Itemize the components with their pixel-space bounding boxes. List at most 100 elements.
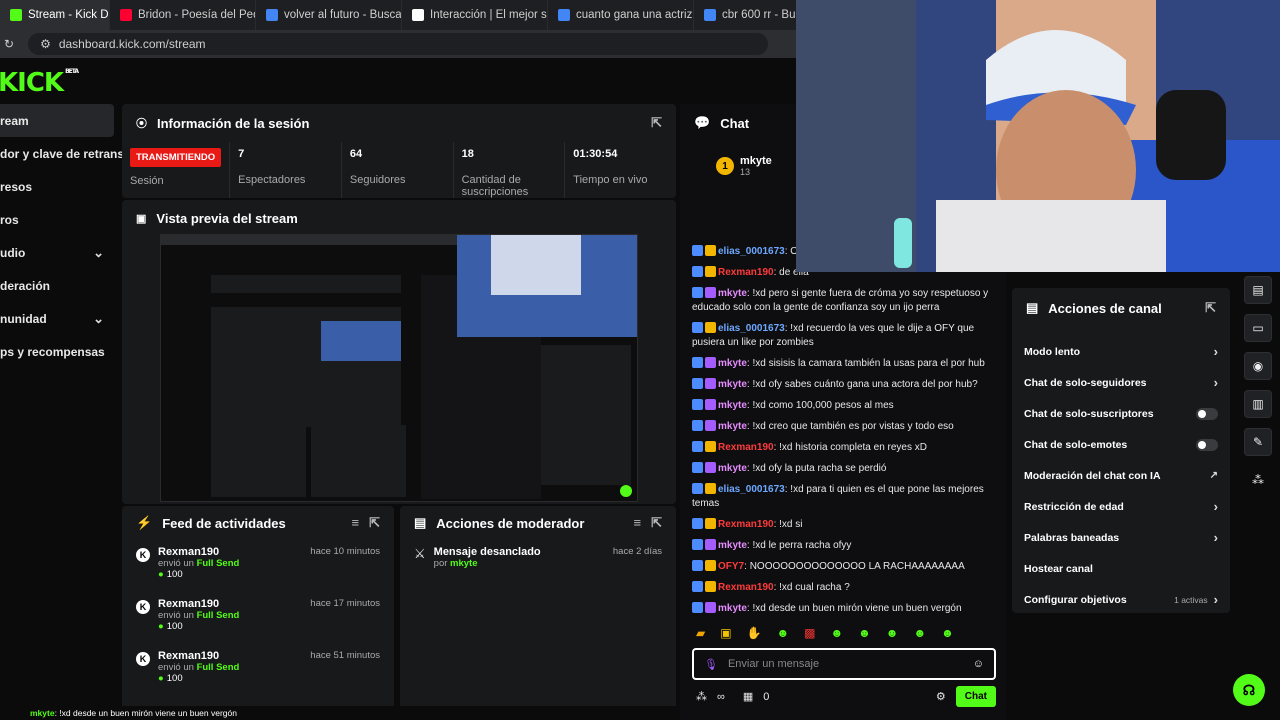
badge-icon	[705, 539, 716, 550]
browser-tab[interactable]: volver al futuro - Buscar c×	[256, 0, 402, 30]
popout-icon[interactable]: ⇱	[369, 515, 380, 531]
chat-username[interactable]: Rexman190	[718, 442, 774, 453]
chat-username[interactable]: Rexman190	[718, 519, 774, 530]
chat-username[interactable]: mkyte	[718, 421, 747, 432]
chat-message[interactable]: mkyte: !xd le perra racha ofyy	[680, 536, 1006, 557]
chat-message[interactable]: elias_0001673: !xd recuerdo la ves que l…	[680, 319, 1006, 354]
sidebar-item[interactable]: dor y clave de retransn	[0, 137, 131, 170]
chat-message[interactable]: OFY7: NOOOOOOOOOOOOOO LA RACHAAAAAAAA	[680, 557, 1006, 578]
sidebar-item[interactable]: ps y recompensas	[0, 335, 114, 368]
popout-icon[interactable]: ⇱	[651, 515, 662, 531]
queue-icon[interactable]: ▥	[1244, 390, 1272, 418]
emoji-icon[interactable]: ☺	[973, 658, 984, 670]
filter-icon[interactable]: ≡	[634, 515, 642, 531]
channel-actions-title: Acciones de canal	[1048, 300, 1162, 316]
community-icon[interactable]: ⁂	[1244, 466, 1272, 494]
emote-icon[interactable]: ✋	[747, 626, 762, 640]
browser-tab[interactable]: Interacción | El mejor soft×	[402, 0, 548, 30]
emote-icon[interactable]: ☻	[858, 626, 871, 640]
popout-icon[interactable]: ⇱	[651, 115, 662, 131]
sidebar-item[interactable]: ream	[0, 104, 114, 137]
chat-username[interactable]: Rexman190	[718, 267, 774, 278]
browser-tab[interactable]: Stream - Kick Dashboard×	[0, 0, 110, 30]
chat-username[interactable]: Rexman190	[718, 582, 774, 593]
chat-input[interactable]: 🎙 Enviar un mensaje ☺	[692, 648, 996, 680]
status-label: Sesión	[130, 175, 164, 187]
toggle-switch[interactable]	[1196, 407, 1218, 420]
channel-action-row[interactable]: Restricción de edad ›	[1012, 491, 1230, 522]
sidebar-item[interactable]: udio ⌄	[0, 236, 114, 269]
sidebar-item[interactable]: deración	[0, 269, 114, 302]
chat-username[interactable]: mkyte	[718, 540, 747, 551]
channel-action-row[interactable]: Modo lento ›	[1012, 336, 1230, 367]
chat-message[interactable]: mkyte: !xd ofy la puta racha se perdió	[680, 459, 1006, 480]
chat-username[interactable]: mkyte	[718, 463, 747, 474]
channel-action-row[interactable]: Configurar objetivos 1 activas ›	[1012, 584, 1230, 615]
emote-icon[interactable]: ▩	[804, 626, 815, 640]
chat-message[interactable]: mkyte: !xd ofy sabes cuánto gana una act…	[680, 375, 1006, 396]
gift-icon[interactable]: ▦	[743, 690, 753, 703]
emote-icon[interactable]: ☻	[777, 626, 790, 640]
broadcast-icon[interactable]: ◉	[1244, 352, 1272, 380]
chat-message[interactable]: Rexman190: !xd historia completa en reye…	[680, 438, 1006, 459]
stat-value: 01:30:54	[573, 148, 618, 160]
chat-username[interactable]: mkyte	[718, 379, 747, 390]
chat-username[interactable]: mkyte	[718, 400, 747, 411]
browser-tab[interactable]: cuanto gana una actriz p×	[548, 0, 694, 30]
site-info-icon[interactable]: ⚙	[40, 37, 51, 51]
notes-icon[interactable]: ▤	[1244, 276, 1272, 304]
emote-icon[interactable]: ▰	[696, 626, 705, 640]
feed-item[interactable]: K Rexman190 envió un Full Send ● 100 hace 51 …	[122, 644, 394, 696]
external-link-icon: ↗	[1209, 470, 1218, 481]
chat-message[interactable]: mkyte: !xd desde un buen mirón viene un …	[680, 599, 1006, 620]
emote-icon[interactable]: ☻	[941, 626, 954, 640]
emote-icon[interactable]: ▣	[720, 626, 731, 640]
reload-icon[interactable]: ↻	[4, 37, 14, 51]
feed-item[interactable]: K Rexman190 envió un Full Send ● 100 hace 17 …	[122, 592, 394, 644]
send-chat-button[interactable]: Chat	[955, 686, 996, 707]
chat-username[interactable]: mkyte	[718, 603, 747, 614]
stream-preview-video[interactable]	[160, 234, 638, 502]
chat-message[interactable]: mkyte: !xd creo que también es por vista…	[680, 417, 1006, 438]
emote-icon[interactable]: ☻	[886, 626, 899, 640]
gift-count: 0	[763, 690, 770, 703]
chat-username[interactable]: mkyte	[718, 288, 747, 299]
chat-username[interactable]: mkyte	[718, 358, 747, 369]
mod-action-item[interactable]: ⚔ Mensaje desanclado por mkyte hace 2 dí…	[400, 540, 676, 592]
help-button[interactable]: ☊	[1233, 674, 1265, 706]
chat-message[interactable]: mkyte: !xd pero si gente fuera de cróma …	[680, 284, 1006, 319]
channel-action-row[interactable]: Palabras baneadas ›	[1012, 522, 1230, 553]
chat-message[interactable]: elias_0001673: !xd para ti quien es el q…	[680, 480, 1006, 515]
feed-item[interactable]: K Rexman190 envió un Full Send ● 100 hace 10 …	[122, 540, 394, 592]
points-icon[interactable]: ⁂	[696, 690, 707, 703]
chat-username[interactable]: OFY7	[718, 561, 744, 572]
sidebar-item[interactable]: ros	[0, 203, 114, 236]
chat-username[interactable]: elias_0001673	[718, 323, 785, 334]
badge-icon	[692, 560, 703, 571]
chat-message[interactable]: Rexman190: !xd cual racha ?	[680, 578, 1006, 599]
channel-action-row[interactable]: Chat de solo-suscriptores	[1012, 398, 1230, 429]
emote-icon[interactable]: ☻	[913, 626, 926, 640]
popout-icon[interactable]: ⇱	[1205, 300, 1216, 316]
sidebar-item[interactable]: nunidad ⌄	[0, 302, 114, 335]
filter-icon[interactable]: ≡	[352, 515, 360, 531]
chat-username[interactable]: elias_0001673	[718, 246, 785, 257]
chat-username[interactable]: elias_0001673	[718, 484, 785, 495]
browser-tab[interactable]: Bridon - Poesía del Pedo×	[110, 0, 256, 30]
channel-action-row[interactable]: Chat de solo-seguidores ›	[1012, 367, 1230, 398]
emote-icon[interactable]: ☻	[831, 626, 844, 640]
chat-message[interactable]: Rexman190: !xd si	[680, 515, 1006, 536]
channel-action-row[interactable]: Moderación del chat con IA ↗	[1012, 460, 1230, 491]
chat-message[interactable]: mkyte: !xd como 100,000 pesos al mes	[680, 396, 1006, 417]
sidebar-item[interactable]: resos	[0, 170, 114, 203]
channel-action-row[interactable]: Hostear canal	[1012, 553, 1230, 584]
chat-message[interactable]: mkyte: !xd sisisis la camara también la …	[680, 354, 1006, 375]
channel-action-row[interactable]: Chat de solo-emotes	[1012, 429, 1230, 460]
chat-icon[interactable]: ▭	[1244, 314, 1272, 342]
mic-icon[interactable]: 🎙	[704, 658, 718, 671]
toggle-switch[interactable]	[1196, 438, 1218, 451]
chat-settings-icon[interactable]: ⚙	[936, 690, 946, 703]
url-field[interactable]: ⚙ dashboard.kick.com/stream	[28, 33, 769, 55]
kick-logo[interactable]: KICK BETA	[0, 68, 79, 98]
wrench-icon[interactable]: ✎	[1244, 428, 1272, 456]
